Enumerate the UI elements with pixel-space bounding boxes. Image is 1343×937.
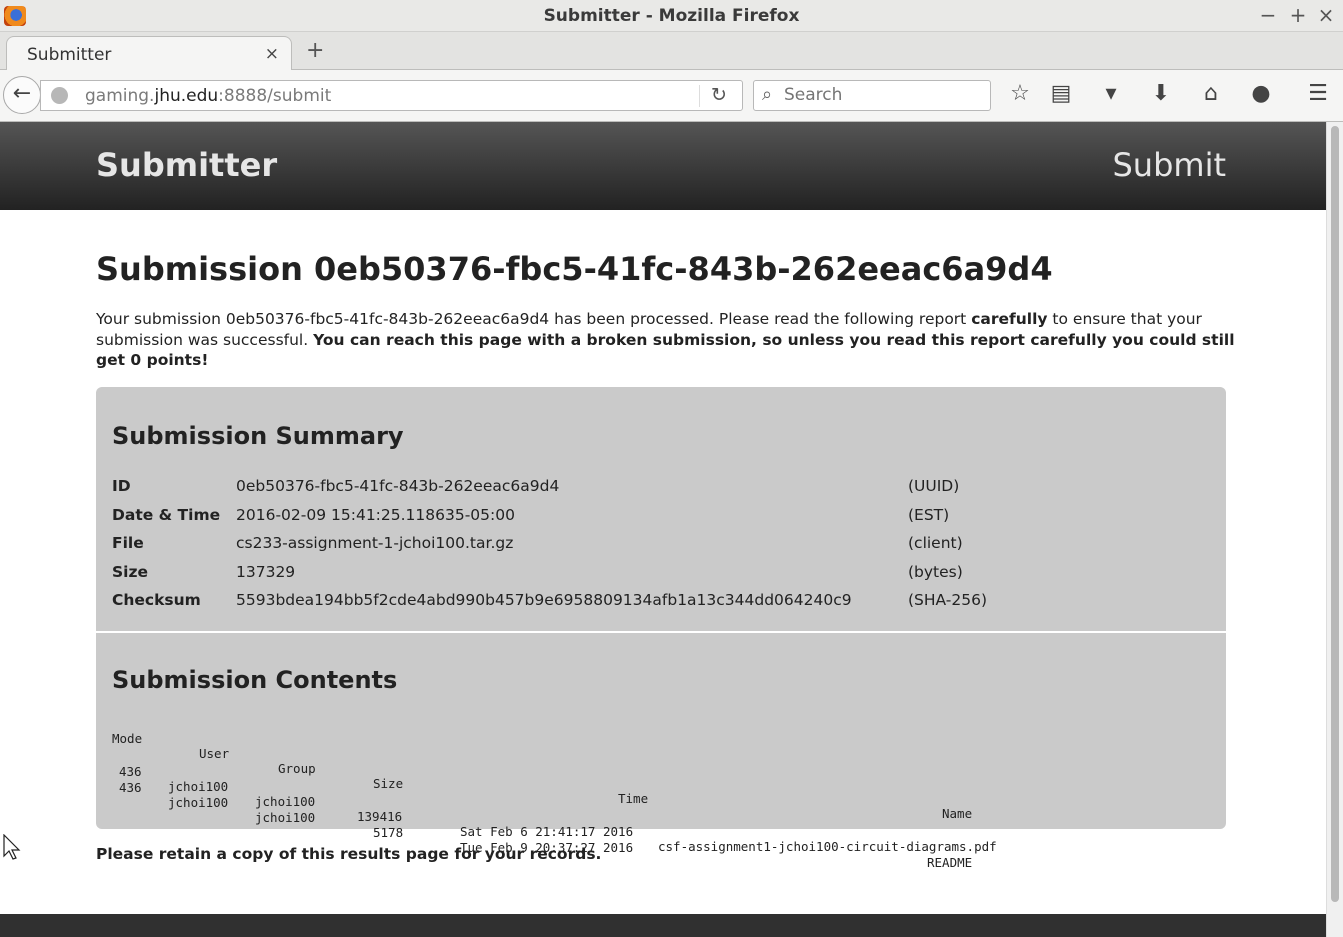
contents-header-row: Mode User Group Size Time Name bbox=[112, 731, 973, 821]
back-arrow-icon: ← bbox=[12, 81, 32, 106]
search-bar[interactable]: ⌕ bbox=[753, 80, 991, 111]
tab-submitter[interactable]: Submitter × bbox=[6, 36, 292, 71]
search-input[interactable] bbox=[784, 85, 984, 105]
contents-row: 436 jchoi100 jchoi100 139416 Sat Feb 6 2… bbox=[119, 764, 997, 854]
url-separator bbox=[699, 85, 700, 107]
url-bar[interactable]: gaming.jhu.edu:8888/submit ↻ bbox=[40, 80, 743, 111]
tab-strip: Submitter × + bbox=[0, 32, 1343, 71]
home-icon[interactable]: ⌂ bbox=[1196, 81, 1226, 106]
maximize-button[interactable]: + bbox=[1287, 3, 1309, 27]
bookmark-star-icon[interactable]: ☆ bbox=[1005, 81, 1035, 106]
site-brand-link[interactable]: Submitter bbox=[96, 146, 277, 184]
search-icon: ⌕ bbox=[762, 84, 773, 105]
summary-row-datetime: Date & Time 2016-02-09 15:41:25.118635-0… bbox=[112, 505, 950, 524]
intro-paragraph: Your submission 0eb50376-fbc5-41fc-843b-… bbox=[96, 310, 1235, 369]
page-viewport: Submitter Submit Submission 0eb50376-fbc… bbox=[0, 122, 1326, 937]
tab-label: Submitter bbox=[27, 45, 112, 65]
page-title: Submission 0eb50376-fbc5-41fc-843b-262ee… bbox=[96, 250, 1053, 288]
retain-note: Please retain a copy of this results pag… bbox=[96, 845, 602, 863]
summary-row-id: ID 0eb50376-fbc5-41fc-843b-262eeac6a9d4 … bbox=[112, 477, 960, 496]
site-identity-icon[interactable] bbox=[51, 87, 68, 104]
submit-nav-link[interactable]: Submit bbox=[1112, 146, 1226, 184]
back-button[interactable]: ← bbox=[3, 76, 41, 114]
summary-row-size: Size 137329 (bytes) bbox=[112, 562, 963, 581]
chat-icon[interactable]: ● bbox=[1246, 81, 1276, 106]
site-header: Submitter Submit bbox=[0, 122, 1326, 210]
window-titlebar: Submitter - Mozilla Firefox − + × bbox=[0, 0, 1343, 32]
new-tab-button[interactable]: + bbox=[306, 38, 324, 63]
window-title: Submitter - Mozilla Firefox bbox=[543, 6, 800, 26]
close-window-button[interactable]: × bbox=[1315, 3, 1337, 27]
summary-row-checksum: Checksum 5593bdea194bb5f2cde4abd990b457b… bbox=[112, 591, 988, 610]
reload-icon[interactable]: ↻ bbox=[711, 84, 727, 106]
submission-summary-panel: Submission Summary ID 0eb50376-fbc5-41fc… bbox=[96, 387, 1226, 631]
bookmarks-list-icon[interactable]: ▤ bbox=[1046, 81, 1076, 106]
tab-close-icon[interactable]: × bbox=[265, 44, 279, 64]
site-footer bbox=[0, 914, 1326, 937]
contents-row: 436 jchoi100 jchoi100 5178 Tue Feb 9 20:… bbox=[119, 780, 973, 870]
minimize-button[interactable]: − bbox=[1257, 3, 1279, 27]
summary-row-file: File cs233-assignment-1-jchoi100.tar.gz … bbox=[112, 534, 963, 553]
menu-icon[interactable]: ☰ bbox=[1303, 81, 1333, 106]
scrollbar-thumb[interactable] bbox=[1331, 126, 1339, 902]
contents-heading: Submission Contents bbox=[112, 666, 398, 694]
page-scrollbar[interactable] bbox=[1326, 122, 1343, 937]
mouse-cursor-icon bbox=[3, 834, 21, 860]
summary-heading: Submission Summary bbox=[112, 422, 404, 450]
submission-contents-panel: Submission Contents Mode User Group Size… bbox=[96, 633, 1226, 870]
pocket-icon[interactable]: ▾ bbox=[1096, 81, 1126, 106]
downloads-icon[interactable]: ⬇ bbox=[1146, 81, 1176, 106]
navigation-toolbar: ← gaming.jhu.edu:8888/submit ↻ ⌕ ☆ ▤ ▾ ⬇… bbox=[0, 70, 1343, 122]
summary-table: ID 0eb50376-fbc5-41fc-843b-262eeac6a9d4 … bbox=[112, 472, 987, 615]
url-text[interactable]: gaming.jhu.edu:8888/submit bbox=[85, 86, 331, 106]
